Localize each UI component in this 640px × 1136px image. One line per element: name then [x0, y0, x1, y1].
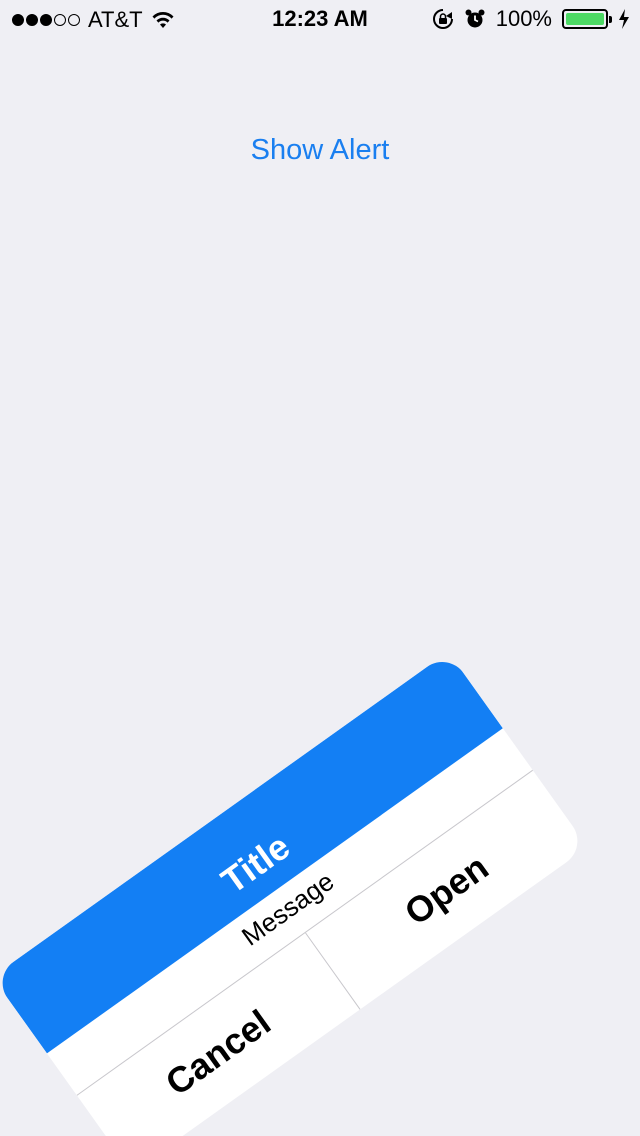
status-right: 100%: [432, 6, 630, 32]
rotation-lock-icon: [432, 9, 453, 29]
alarm-clock-icon: [465, 9, 485, 28]
battery-icon: [562, 9, 612, 29]
status-bar: AT&T 12:23 AM 100%: [0, 0, 640, 40]
charging-bolt-icon: [619, 9, 629, 29]
battery-percent: 100%: [495, 6, 552, 31]
show-alert-button[interactable]: Show Alert: [0, 134, 640, 167]
battery-fill: [566, 13, 604, 25]
alert-dialog: Title Message Cancel Open: [0, 651, 588, 1136]
